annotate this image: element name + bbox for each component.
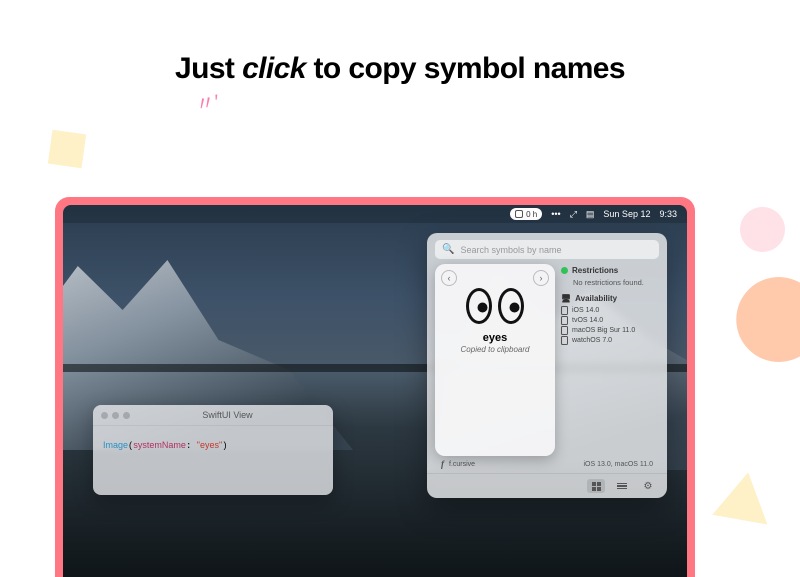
- app-footer: ⚙: [427, 473, 667, 498]
- traffic-close[interactable]: [101, 412, 108, 419]
- popover-next-button[interactable]: ›: [533, 270, 549, 286]
- device-icon: [561, 316, 568, 325]
- chevron-left-icon: ‹: [448, 273, 451, 283]
- symbol-name: eyes: [483, 332, 507, 344]
- availability-item: iOS 14.0: [561, 306, 659, 315]
- list-row-meta: iOS 13.0, macOS 11.0: [583, 461, 653, 468]
- availability-item: watchOS 7.0: [561, 336, 659, 345]
- grid-icon: [592, 482, 601, 491]
- fcursive-glyph: f: [441, 459, 444, 469]
- decor-circle-pink: [740, 207, 785, 252]
- hero-title: Just click to copy symbol names: [0, 52, 800, 86]
- code-window-title: SwiftUI View: [130, 410, 325, 420]
- availability-heading: 🖥︎ Availability: [561, 294, 659, 303]
- traffic-max[interactable]: [123, 412, 130, 419]
- traffic-min[interactable]: [112, 412, 119, 419]
- menubar-toggle-icon[interactable]: ⤢: [570, 209, 577, 220]
- desktop-screen: 0 h ••• ⤢ ▤ Sun Sep 12 9:33 SwiftUI View…: [63, 205, 687, 577]
- status-ok-icon: [561, 267, 568, 274]
- battery-icon: [515, 210, 523, 218]
- menubar-date[interactable]: Sun Sep 12: [603, 209, 650, 219]
- monitor-frame: 0 h ••• ⤢ ▤ Sun Sep 12 9:33 SwiftUI View…: [55, 197, 695, 577]
- code-titlebar[interactable]: SwiftUI View: [93, 405, 333, 426]
- chevron-right-icon: ›: [540, 273, 543, 283]
- availability-item: tvOS 14.0: [561, 316, 659, 325]
- decor-square: [48, 130, 86, 168]
- search-placeholder: Search symbols by name: [460, 245, 561, 255]
- device-icon: [561, 326, 568, 335]
- copied-toast: Copied to clipboard: [461, 345, 530, 354]
- symbol-popover: ‹ › eyes Copied to clipboard: [435, 264, 555, 456]
- code-window[interactable]: SwiftUI View Image(systemName: "eyes"): [93, 405, 333, 495]
- restrictions-heading: Restrictions: [561, 266, 659, 275]
- popover-prev-button[interactable]: ‹: [441, 270, 457, 286]
- code-body: Image(systemName: "eyes"): [93, 426, 333, 465]
- availability-list: iOS 14.0 tvOS 14.0 macOS Big Sur 11.0 wa…: [561, 306, 659, 345]
- view-grid-button[interactable]: [587, 479, 605, 493]
- decor-circle-peach: [736, 277, 800, 362]
- search-bar[interactable]: 🔍 Search symbols by name: [435, 240, 659, 259]
- decor-triangle: [712, 468, 775, 525]
- traffic-lights[interactable]: [101, 412, 130, 419]
- view-list-button[interactable]: [613, 479, 631, 493]
- decorative-scribble: 〃′: [193, 85, 221, 118]
- list-row-fcursive[interactable]: ff.cursive iOS 13.0, macOS 11.0: [427, 456, 667, 473]
- list-icon: [617, 483, 627, 490]
- search-icon: 🔍: [442, 244, 454, 255]
- menubar: 0 h ••• ⤢ ▤ Sun Sep 12 9:33: [63, 205, 687, 223]
- menubar-time[interactable]: 9:33: [659, 209, 677, 219]
- availability-item: macOS Big Sur 11.0: [561, 326, 659, 335]
- gear-icon: ⚙: [644, 481, 653, 492]
- settings-button[interactable]: ⚙: [639, 479, 657, 493]
- eyes-glyph[interactable]: [466, 288, 524, 324]
- restrictions-body: No restrictions found.: [573, 278, 659, 287]
- device-icon: [561, 336, 568, 345]
- device-icon: [561, 306, 568, 315]
- battery-pill[interactable]: 0 h: [510, 208, 542, 220]
- availability-icon: 🖥︎: [561, 294, 571, 303]
- info-panel: Restrictions No restrictions found. 🖥︎ A…: [561, 264, 659, 456]
- menubar-more[interactable]: •••: [551, 209, 560, 219]
- menubar-wifi-icon[interactable]: ▤: [586, 209, 595, 220]
- symbol-browser-window[interactable]: 🔍 Search symbols by name ‹ › eyes Copied…: [427, 233, 667, 498]
